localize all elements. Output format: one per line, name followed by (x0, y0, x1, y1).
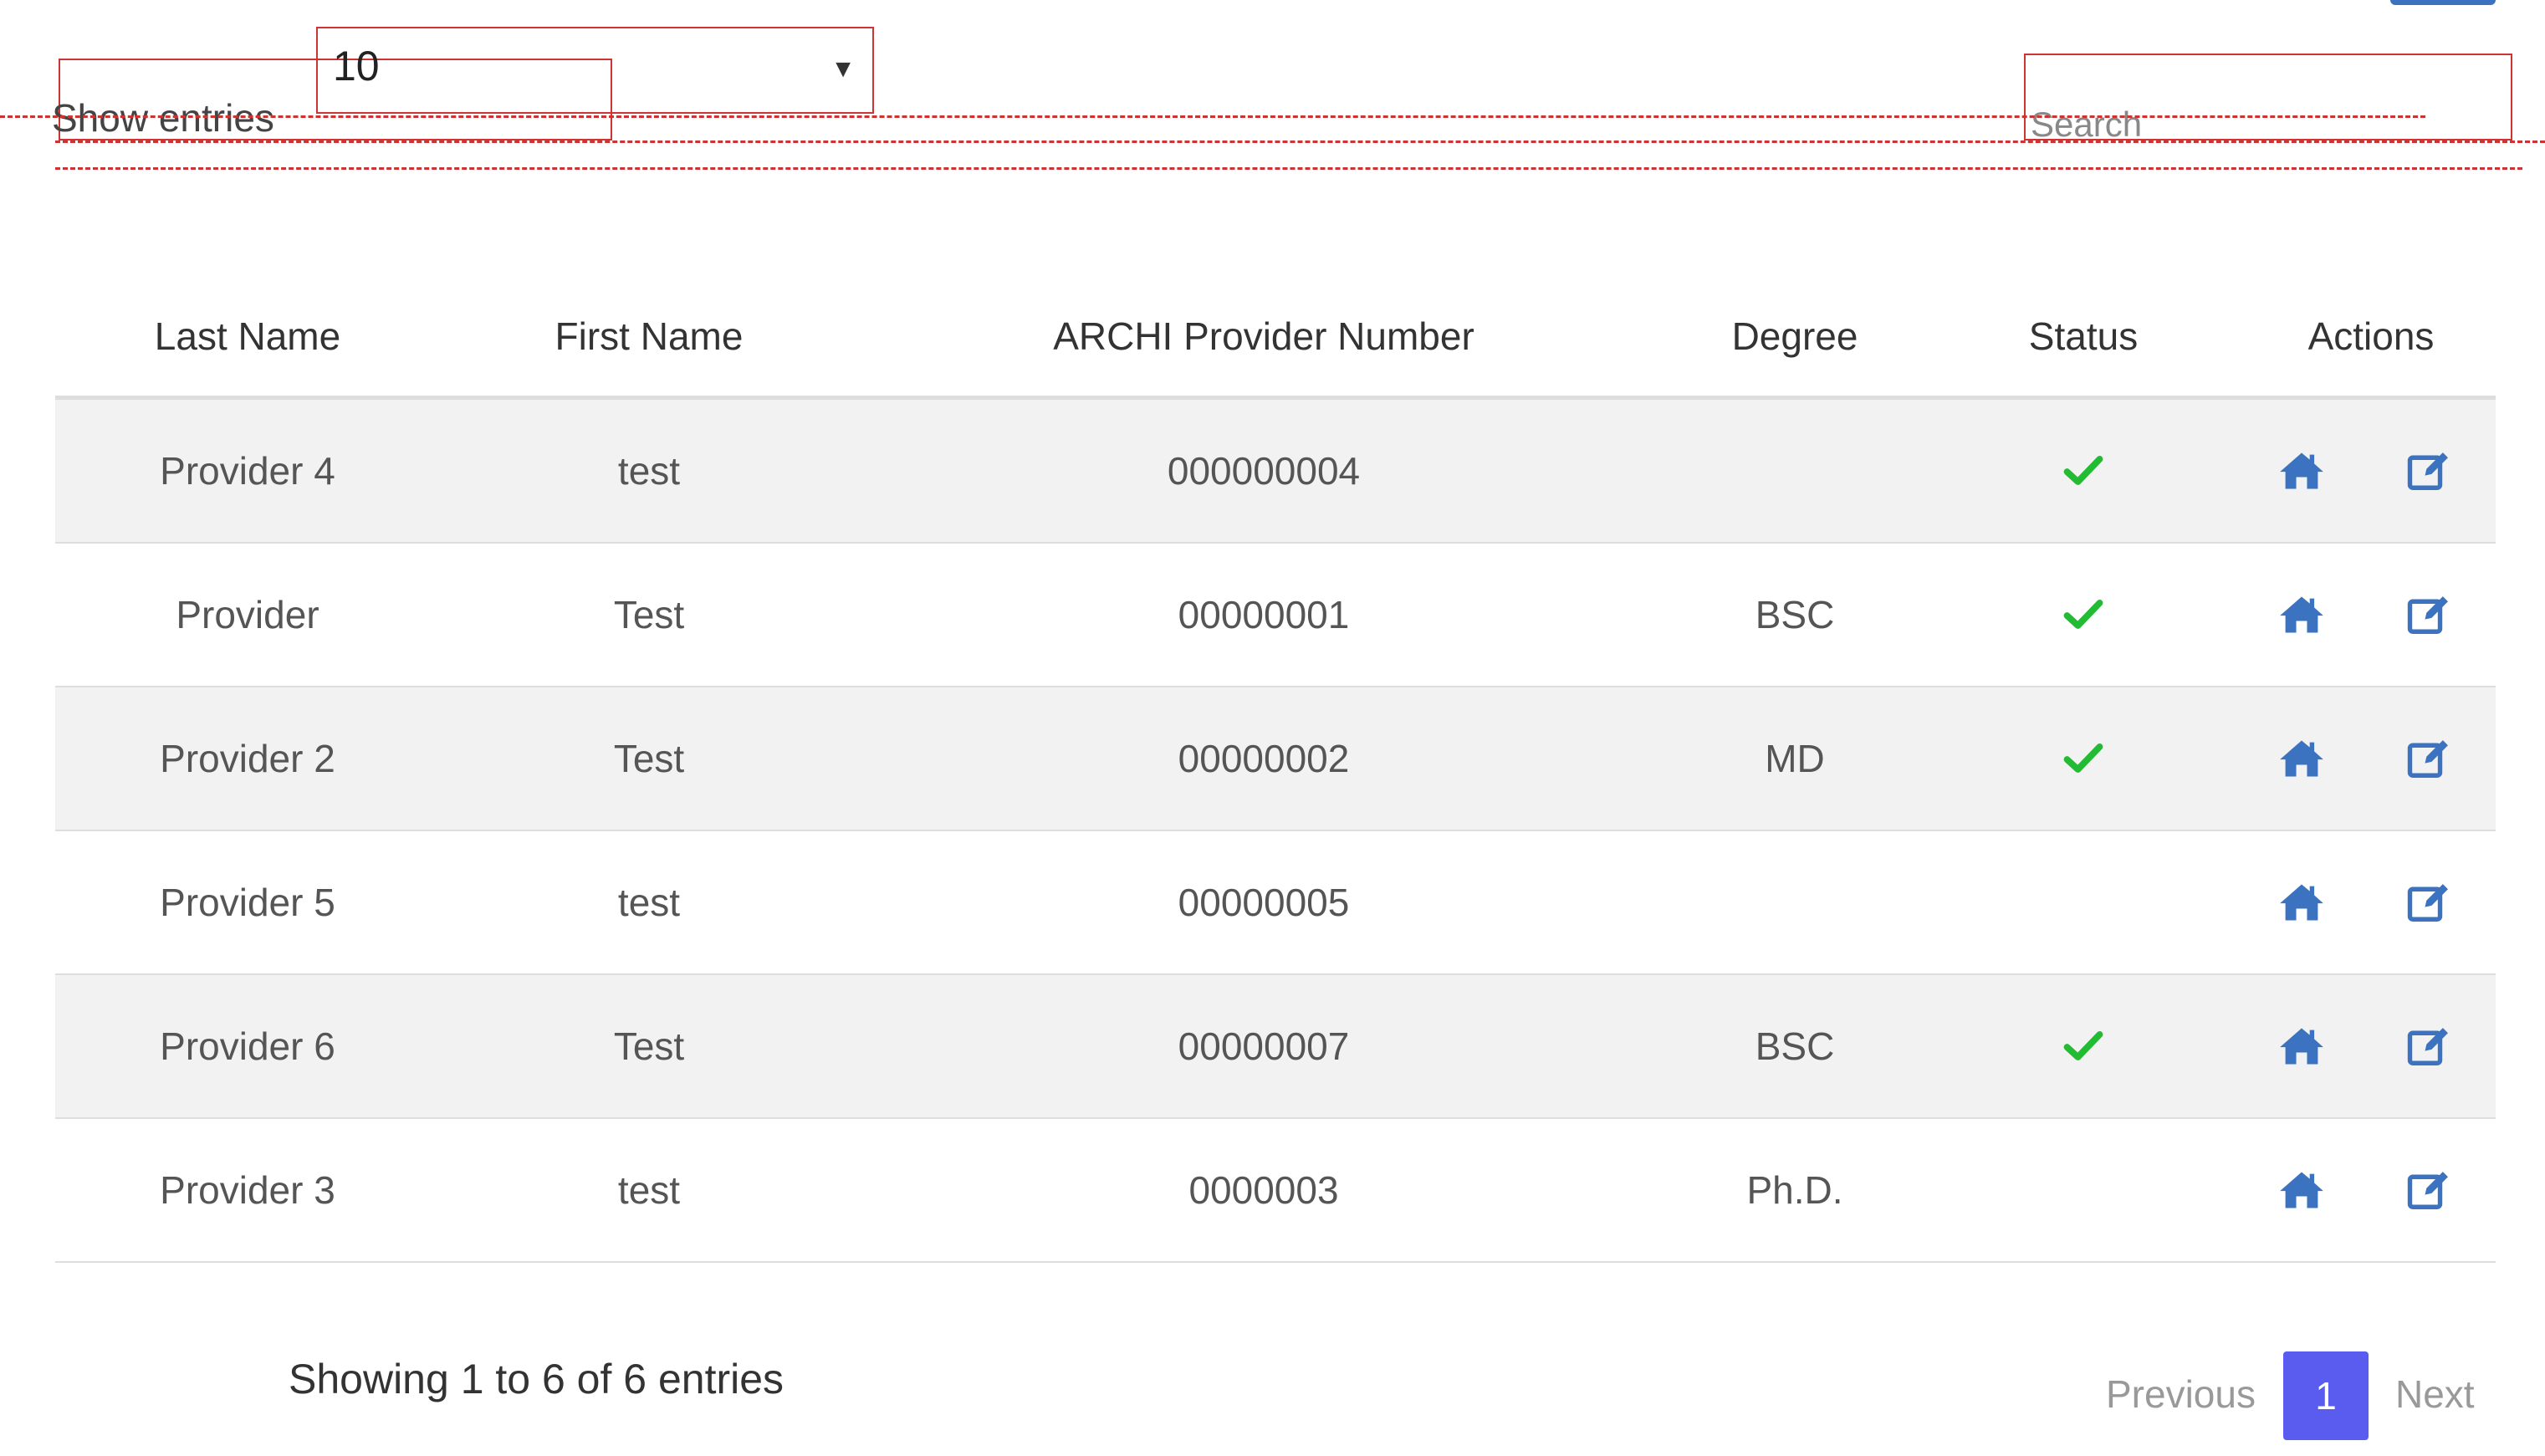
search-input[interactable] (2031, 104, 2499, 146)
cell-degree: BSC (1755, 1024, 1835, 1068)
cell-provider-number: 00000005 (1178, 881, 1350, 924)
checkmark-icon (2062, 737, 2105, 780)
cell-status (1920, 1024, 2246, 1068)
top-right-tab-edge[interactable] (2390, 0, 2496, 5)
table-header-row: Last Name First Name ARCHI Provider Numb… (55, 276, 2496, 400)
cell-status (1920, 449, 2246, 493)
edit-icon[interactable] (2405, 447, 2452, 494)
table-row: Provider 3 test 0000003 Ph.D. (55, 1119, 2496, 1263)
entries-per-page-select[interactable]: 10 ▼ (316, 27, 874, 114)
table-row: Provider 4 test 000000004 (55, 400, 2496, 544)
cell-provider-number: 00000002 (1178, 737, 1350, 780)
cell-degree: BSC (1755, 593, 1835, 636)
cell-provider-number: 0000003 (1188, 1168, 1339, 1212)
cell-actions (2246, 591, 2496, 638)
edit-icon[interactable] (2405, 735, 2452, 782)
cell-first-name: test (617, 449, 681, 493)
table-info-text: Showing 1 to 6 of 6 entries (289, 1356, 784, 1402)
cell-provider-number: 00000001 (1178, 593, 1350, 636)
show-entries-label: Show entries (52, 96, 274, 140)
cell-last-name: Provider 3 (160, 1168, 335, 1212)
dropdown-arrow-icon: ▼ (830, 55, 856, 83)
table-row: Provider Test 00000001 BSC (55, 544, 2496, 687)
cell-actions (2246, 735, 2496, 782)
edit-icon[interactable] (2405, 879, 2452, 926)
cell-last-name: Provider 5 (160, 881, 335, 924)
column-header-first-name[interactable]: First Name (440, 314, 858, 359)
checkmark-icon (2062, 593, 2105, 636)
table-body: Provider 4 test 000000004 Provider Test 00000… (55, 400, 2496, 1263)
home-icon[interactable] (2278, 879, 2325, 926)
cell-provider-number: 00000007 (1178, 1024, 1350, 1068)
home-icon[interactable] (2278, 1023, 2325, 1070)
edit-icon[interactable] (2405, 591, 2452, 638)
page-1-button[interactable]: 1 (2283, 1351, 2369, 1440)
table-row: Provider 6 Test 00000007 BSC (55, 975, 2496, 1119)
cell-provider-number: 000000004 (1167, 449, 1361, 493)
cell-degree: Ph.D. (1746, 1168, 1843, 1212)
home-icon[interactable] (2278, 447, 2325, 494)
dashed-guide-3 (55, 167, 2522, 170)
cell-actions (2246, 879, 2496, 926)
cell-first-name: Test (613, 593, 685, 636)
column-header-actions: Actions (2307, 314, 2435, 358)
edit-icon[interactable] (2405, 1023, 2452, 1070)
cell-first-name: test (617, 1168, 681, 1212)
cell-actions (2246, 1167, 2496, 1213)
column-header-status[interactable]: Status (1920, 314, 2246, 359)
edit-icon[interactable] (2405, 1167, 2452, 1213)
cell-status (1920, 737, 2246, 780)
column-header-provider-number[interactable]: ARCHI Provider Number (858, 314, 1669, 359)
checkmark-icon (2062, 449, 2105, 493)
cell-last-name: Provider 6 (160, 1024, 335, 1068)
column-header-degree[interactable]: Degree (1669, 314, 1920, 359)
home-icon[interactable] (2278, 1167, 2325, 1213)
cell-actions (2246, 1023, 2496, 1070)
table-row: Provider 2 Test 00000002 MD (55, 687, 2496, 831)
home-icon[interactable] (2278, 591, 2325, 638)
home-icon[interactable] (2278, 735, 2325, 782)
checkmark-icon (2062, 1024, 2105, 1068)
cell-last-name: Provider 2 (160, 737, 335, 780)
column-header-last-name[interactable]: Last Name (55, 314, 440, 359)
dashed-guide-2 (55, 140, 2545, 143)
cell-first-name: Test (613, 737, 685, 780)
providers-table: Last Name First Name ARCHI Provider Numb… (55, 276, 2496, 1263)
cell-degree: MD (1765, 737, 1825, 780)
cell-actions (2246, 447, 2496, 494)
next-page-button[interactable]: Next (2395, 1375, 2475, 1413)
cell-first-name: test (617, 881, 681, 924)
entries-per-page-value: 10 (333, 43, 380, 89)
cell-first-name: Test (613, 1024, 685, 1068)
cell-last-name: Provider 4 (160, 449, 335, 493)
cell-status (1920, 593, 2246, 636)
cell-last-name: Provider (176, 593, 319, 636)
previous-page-button[interactable]: Previous (2106, 1375, 2256, 1413)
table-row: Provider 5 test 00000005 (55, 831, 2496, 975)
dashed-guide-1 (0, 115, 2425, 118)
